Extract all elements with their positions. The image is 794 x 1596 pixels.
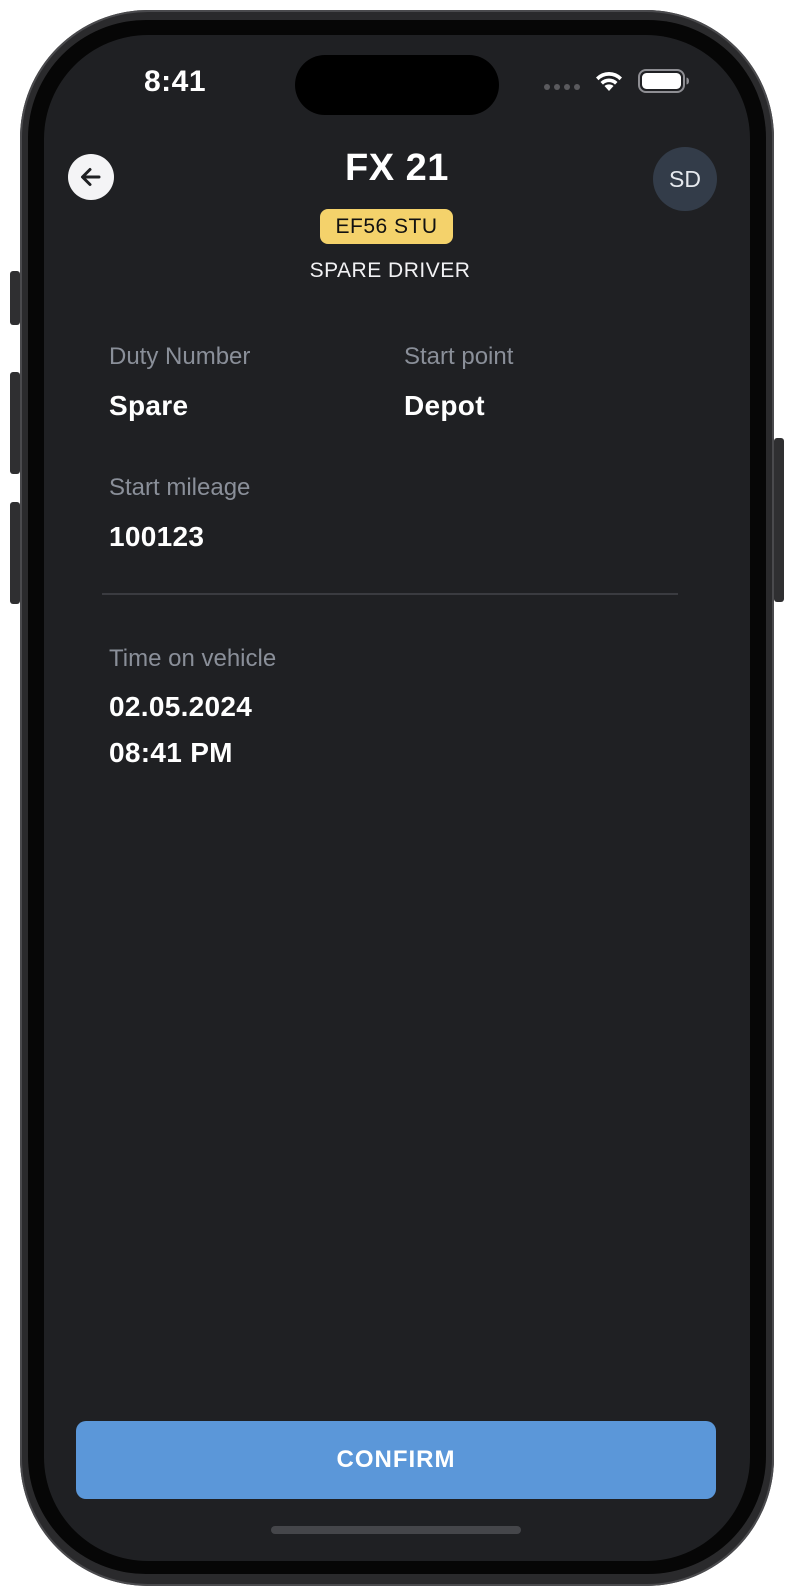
status-icons: [544, 69, 690, 93]
home-indicator[interactable]: [271, 1526, 521, 1534]
dynamic-island: [295, 55, 499, 115]
power-button: [774, 438, 784, 602]
app-screen: 8:41 FX 21 EF56 STU SPARE DRIVER SD Duty…: [44, 35, 750, 1561]
status-time: 8:41: [143, 65, 207, 98]
section-divider: [102, 593, 678, 595]
battery-icon: [638, 69, 689, 93]
volume-up-button: [10, 372, 20, 474]
start-mileage-label: Start mileage: [109, 474, 251, 501]
start-point-value: Depot: [404, 390, 485, 421]
start-point-label: Start point: [404, 343, 514, 370]
duty-number-value: Spare: [109, 390, 189, 421]
driver-role: SPARE DRIVER: [309, 259, 471, 282]
plate-badge: EF56 STU: [320, 209, 453, 244]
time-on-vehicle-time: 08:41 PM: [109, 737, 233, 768]
confirm-button[interactable]: CONFIRM: [76, 1421, 716, 1499]
vehicle-title: FX 21: [345, 147, 449, 189]
duty-number-label: Duty Number: [109, 343, 251, 370]
action-button: [10, 271, 20, 325]
avatar[interactable]: SD: [653, 147, 717, 211]
start-mileage-value: 100123: [109, 521, 205, 552]
time-on-vehicle-date: 02.05.2024: [109, 691, 253, 722]
cellular-signal-icon: [544, 84, 580, 90]
time-on-vehicle-label: Time on vehicle: [109, 645, 277, 672]
wifi-icon: [596, 71, 622, 91]
volume-down-button: [10, 502, 20, 604]
